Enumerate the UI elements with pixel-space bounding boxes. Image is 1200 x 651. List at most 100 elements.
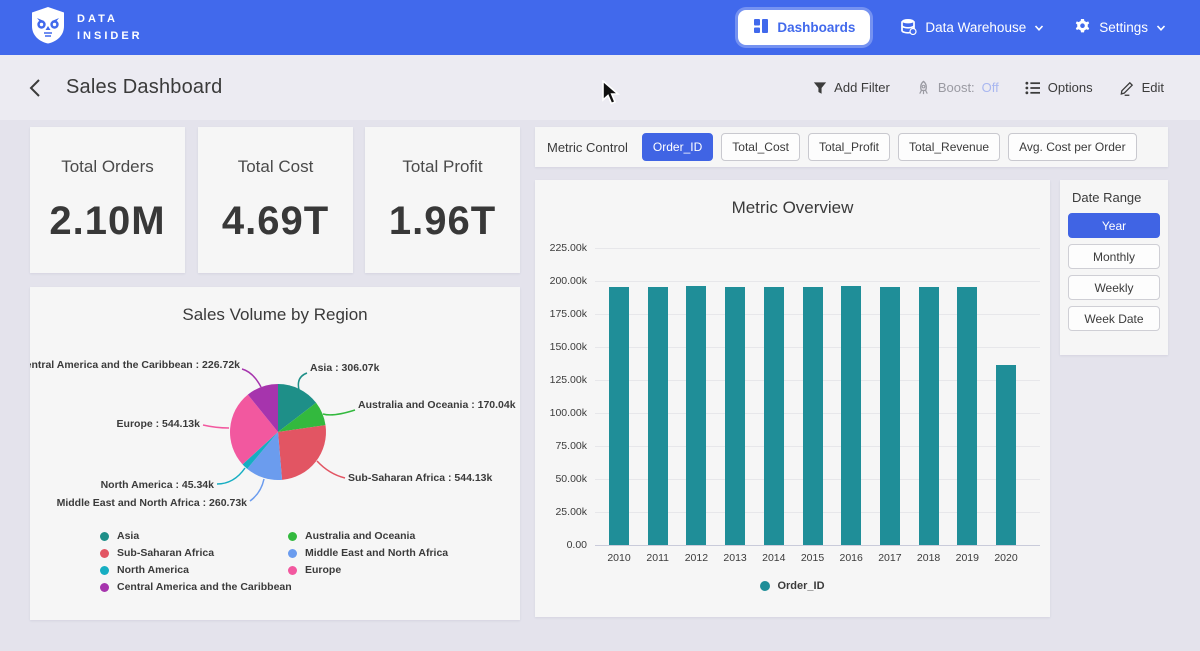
- pie-legend-item-australia-and-oceania: Australia and Oceania: [288, 530, 448, 542]
- rocket-icon: [916, 80, 931, 96]
- chevron-down-icon: [1034, 23, 1044, 33]
- bar-2012: [686, 286, 706, 545]
- x-axis-tick-label: 2010: [599, 552, 639, 564]
- owl-logo-icon: [30, 6, 66, 49]
- x-axis-tick-label: 2017: [870, 552, 910, 564]
- nav-dashboards-button[interactable]: Dashboards: [738, 10, 870, 45]
- kpi-value: 4.69T: [222, 199, 329, 244]
- metric-button-order-id[interactable]: Order_ID: [642, 133, 713, 161]
- bar-2010: [609, 287, 629, 545]
- pie-legend-item-asia: Asia: [100, 530, 288, 542]
- legend-dot: [288, 566, 297, 575]
- x-axis-tick-label: 2015: [793, 552, 833, 564]
- pie-label-leader-line: [323, 410, 355, 415]
- date-range-button-weekly[interactable]: Weekly: [1068, 275, 1160, 300]
- pie-label-leader-line: [203, 425, 229, 428]
- pie-slice-label: Europe : 544.13k: [117, 418, 201, 430]
- back-button[interactable]: [28, 77, 50, 99]
- date-range-button-week-date[interactable]: Week Date: [1068, 306, 1160, 331]
- pie-label-leader-line: [217, 468, 245, 484]
- y-axis-tick-label: 100.00k: [537, 407, 587, 419]
- bar-chart-plot: 0.0025.00k50.00k75.00k100.00k125.00k150.…: [535, 180, 1050, 617]
- sales-dashboard-page: DATA INSIDER Dashboards: [0, 0, 1200, 651]
- nav-right-group: Dashboards Data Warehouse: [738, 10, 1166, 45]
- nav-dashboards-label: Dashboards: [777, 20, 855, 35]
- pie-slice-label: Central America and the Caribbean : 226.…: [30, 359, 240, 371]
- pie-label-leader-line: [250, 479, 264, 501]
- legend-dot: [100, 583, 109, 592]
- kpi-card-total-orders: Total Orders 2.10M: [30, 127, 185, 273]
- pie-legend-item-sub-saharan-africa: Sub-Saharan Africa: [100, 547, 288, 559]
- metric-control-bar: Metric Control Order_ID Total_Cost Total_P…: [535, 127, 1168, 167]
- x-axis-tick-label: 2011: [638, 552, 678, 564]
- brand[interactable]: DATA INSIDER: [30, 6, 143, 49]
- pie-chart-title: Sales Volume by Region: [30, 305, 520, 325]
- pie-slice-label: Asia : 306.07k: [310, 362, 380, 374]
- metric-control-buttons: Order_ID Total_Cost Total_Profit Total_Reve…: [642, 133, 1137, 161]
- bar-2019: [957, 287, 977, 545]
- x-axis-tick-label: 2018: [909, 552, 949, 564]
- kpi-value: 1.96T: [389, 199, 496, 244]
- bar-chart-gridline: [595, 281, 1040, 282]
- add-filter-button[interactable]: Add Filter: [813, 80, 890, 95]
- dashboard-header: Sales Dashboard Add Filter Boost: Off: [0, 55, 1200, 120]
- x-axis-tick-label: 2013: [715, 552, 755, 564]
- kpi-card-total-profit: Total Profit 1.96T: [365, 127, 520, 273]
- y-axis-tick-label: 0.00: [537, 539, 587, 551]
- metric-button-total-revenue[interactable]: Total_Revenue: [898, 133, 1000, 161]
- boost-label: Boost:: [938, 80, 975, 95]
- legend-dot: [288, 532, 297, 541]
- add-filter-label: Add Filter: [834, 80, 890, 95]
- pie-label-leader-line: [317, 461, 345, 478]
- date-range-card: Date Range Year Monthly Weekly Week Date: [1060, 180, 1168, 355]
- y-axis-tick-label: 225.00k: [537, 242, 587, 254]
- pie-slice-label: Australia and Oceania : 170.04k: [358, 399, 516, 411]
- metric-button-avg-cost-per-order[interactable]: Avg. Cost per Order: [1008, 133, 1137, 161]
- pie-legend-item-europe: Europe: [288, 564, 448, 576]
- back-chevron-icon: [28, 78, 42, 98]
- legend-dot: [100, 549, 109, 558]
- legend-dot: [100, 532, 109, 541]
- metric-button-total-profit[interactable]: Total_Profit: [808, 133, 890, 161]
- boost-value: Off: [982, 80, 999, 95]
- bar-2011: [648, 287, 668, 545]
- options-button[interactable]: Options: [1025, 80, 1093, 95]
- legend-label: Europe: [305, 564, 341, 576]
- nav-settings-menu[interactable]: Settings: [1074, 18, 1166, 38]
- metric-control-label: Metric Control: [547, 140, 628, 155]
- kpi-card-total-cost: Total Cost 4.69T: [198, 127, 353, 273]
- bar-2017: [880, 287, 900, 545]
- legend-label: North America: [117, 564, 189, 576]
- bar-2020: [996, 365, 1016, 545]
- bar-chart-legend: Order_ID: [535, 580, 1050, 592]
- pie-chart: Asia : 306.07k Australia and Oceania : 17…: [30, 337, 520, 527]
- metric-button-total-cost[interactable]: Total_Cost: [721, 133, 800, 161]
- nav-data-warehouse-menu[interactable]: Data Warehouse: [900, 18, 1044, 38]
- y-axis-tick-label: 200.00k: [537, 275, 587, 287]
- bar-chart-gridline: [595, 545, 1040, 546]
- date-range-label: Date Range: [1072, 190, 1160, 205]
- gear-icon: [1074, 18, 1091, 38]
- pie-legend-column-1: Asia Sub-Saharan Africa North America Centr…: [100, 530, 288, 593]
- boost-toggle[interactable]: Boost: Off: [916, 80, 999, 96]
- legend-label: Sub-Saharan Africa: [117, 547, 214, 559]
- pie-legend-item-north-america: North America: [100, 564, 288, 576]
- bar-2015: [803, 287, 823, 545]
- kpi-label: Total Cost: [238, 157, 314, 177]
- x-axis-tick-label: 2019: [947, 552, 987, 564]
- pencil-icon: [1119, 80, 1135, 96]
- kpi-value: 2.10M: [49, 199, 165, 244]
- pie-legend-item-central-america-and-the-caribbean: Central America and the Caribbean: [100, 581, 288, 593]
- legend-label: Asia: [117, 530, 139, 542]
- page-title: Sales Dashboard: [66, 76, 222, 99]
- legend-dot: [100, 566, 109, 575]
- dashboards-grid-icon: [753, 18, 769, 37]
- y-axis-tick-label: 25.00k: [537, 506, 587, 518]
- nav-data-warehouse-label: Data Warehouse: [925, 20, 1026, 35]
- edit-button[interactable]: Edit: [1119, 80, 1164, 96]
- pie-slice-label: North America : 45.34k: [101, 479, 215, 491]
- date-range-button-monthly[interactable]: Monthly: [1068, 244, 1160, 269]
- x-axis-tick-label: 2014: [754, 552, 794, 564]
- date-range-button-year[interactable]: Year: [1068, 213, 1160, 238]
- database-icon: [900, 18, 917, 38]
